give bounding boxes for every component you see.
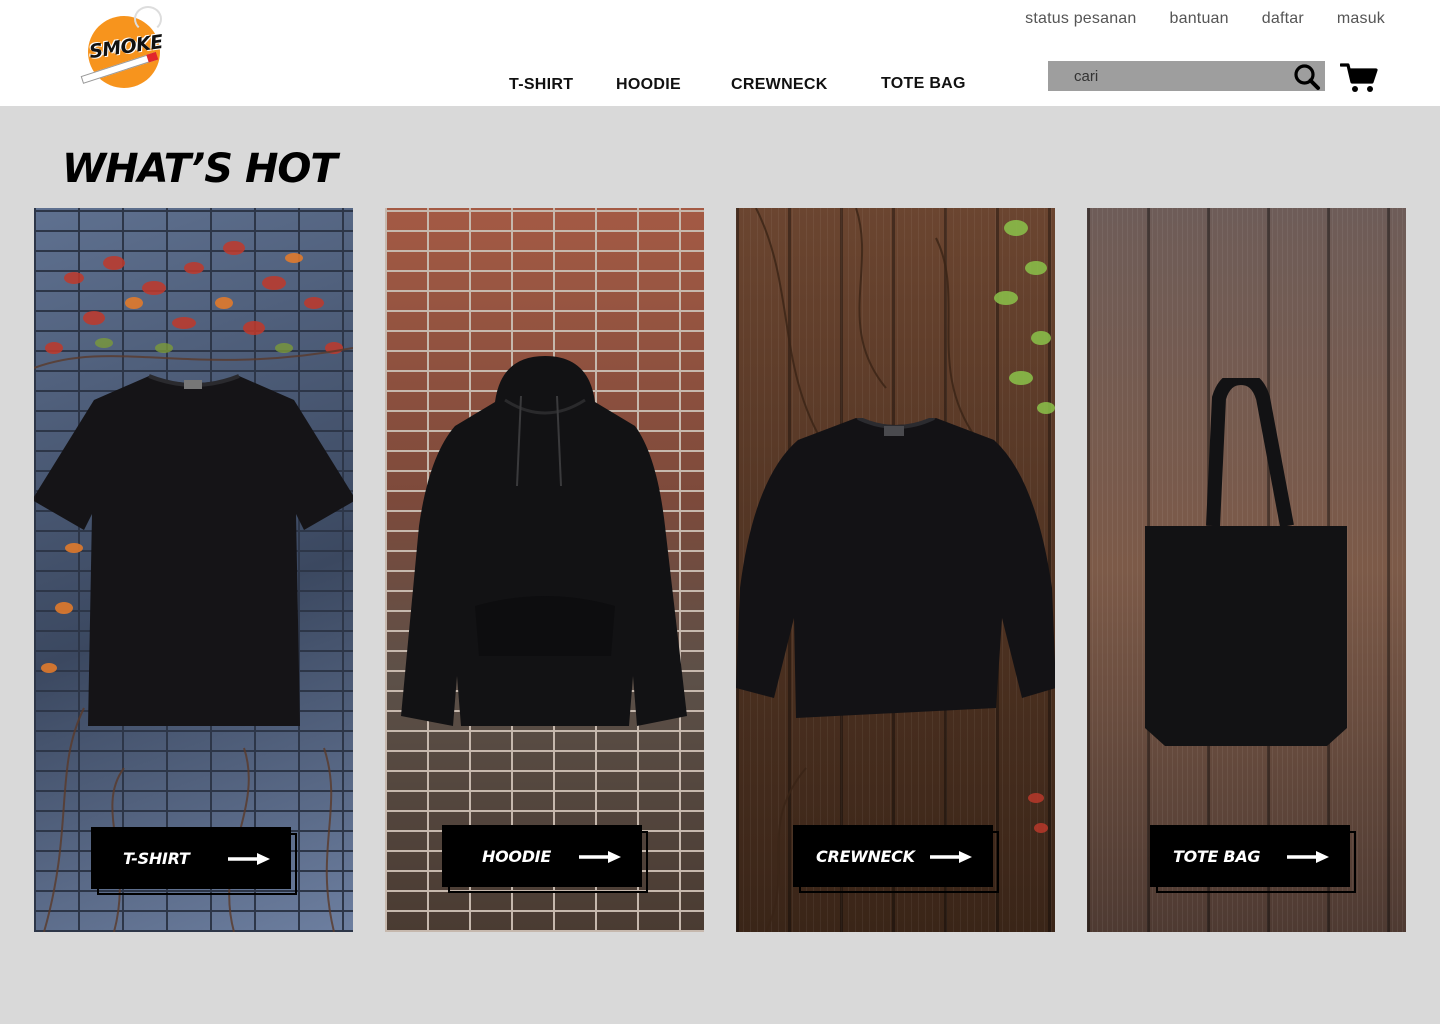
shop-tote-bag-button[interactable]: TOTE BAG	[1150, 825, 1356, 893]
product-card-crewneck[interactable]: CREWNECK	[736, 208, 1055, 932]
link-masuk[interactable]: masuk	[1337, 10, 1385, 28]
shop-crewneck-button[interactable]: CREWNECK	[793, 825, 999, 893]
shop-tshirt-button[interactable]: T-SHIRT	[91, 827, 297, 895]
arrow-right-icon	[228, 853, 270, 865]
logo-smoke	[134, 6, 162, 32]
site-header: SMOKE status pesanan bantuan daftar masu…	[0, 0, 1440, 106]
hoodie-image	[401, 356, 687, 726]
product-card-hoodie[interactable]: HOODIE	[385, 208, 704, 932]
tote-bag-image	[1145, 378, 1347, 746]
section-title: WHAT’S HOT	[62, 146, 338, 192]
nav-tshirt[interactable]: T-SHIRT	[509, 76, 573, 94]
top-links: status pesanan bantuan daftar masuk	[1025, 10, 1385, 28]
nav-tote-bag[interactable]: TOTE BAG	[881, 75, 966, 93]
link-bantuan[interactable]: bantuan	[1170, 10, 1229, 28]
product-card-tote-bag[interactable]: TOTE BAG	[1087, 208, 1406, 932]
shop-hoodie-button[interactable]: HOODIE	[442, 825, 648, 893]
button-label: T-SHIRT	[123, 848, 190, 868]
link-daftar[interactable]: daftar	[1262, 10, 1304, 28]
arrow-right-icon	[1287, 851, 1329, 863]
product-card-tshirt[interactable]: T-SHIRT	[34, 208, 353, 932]
button-label: TOTE BAG	[1173, 846, 1261, 866]
button-label: CREWNECK	[816, 846, 915, 866]
cart-icon[interactable]	[1340, 62, 1378, 94]
link-status-pesanan[interactable]: status pesanan	[1025, 10, 1136, 28]
button-label: HOODIE	[482, 846, 551, 866]
nav-hoodie[interactable]: HOODIE	[616, 76, 681, 94]
crewneck-image	[736, 418, 1055, 718]
category-nav: T-SHIRT HOODIE CREWNECK TOTE BAG	[0, 75, 1000, 100]
search-input[interactable]	[1048, 61, 1288, 91]
arrow-right-icon	[579, 851, 621, 863]
search-icon[interactable]	[1293, 63, 1321, 91]
arrow-right-icon	[930, 851, 972, 863]
tshirt-image	[34, 374, 353, 726]
nav-crewneck[interactable]: CREWNECK	[731, 76, 828, 94]
search-bar	[1048, 61, 1325, 91]
